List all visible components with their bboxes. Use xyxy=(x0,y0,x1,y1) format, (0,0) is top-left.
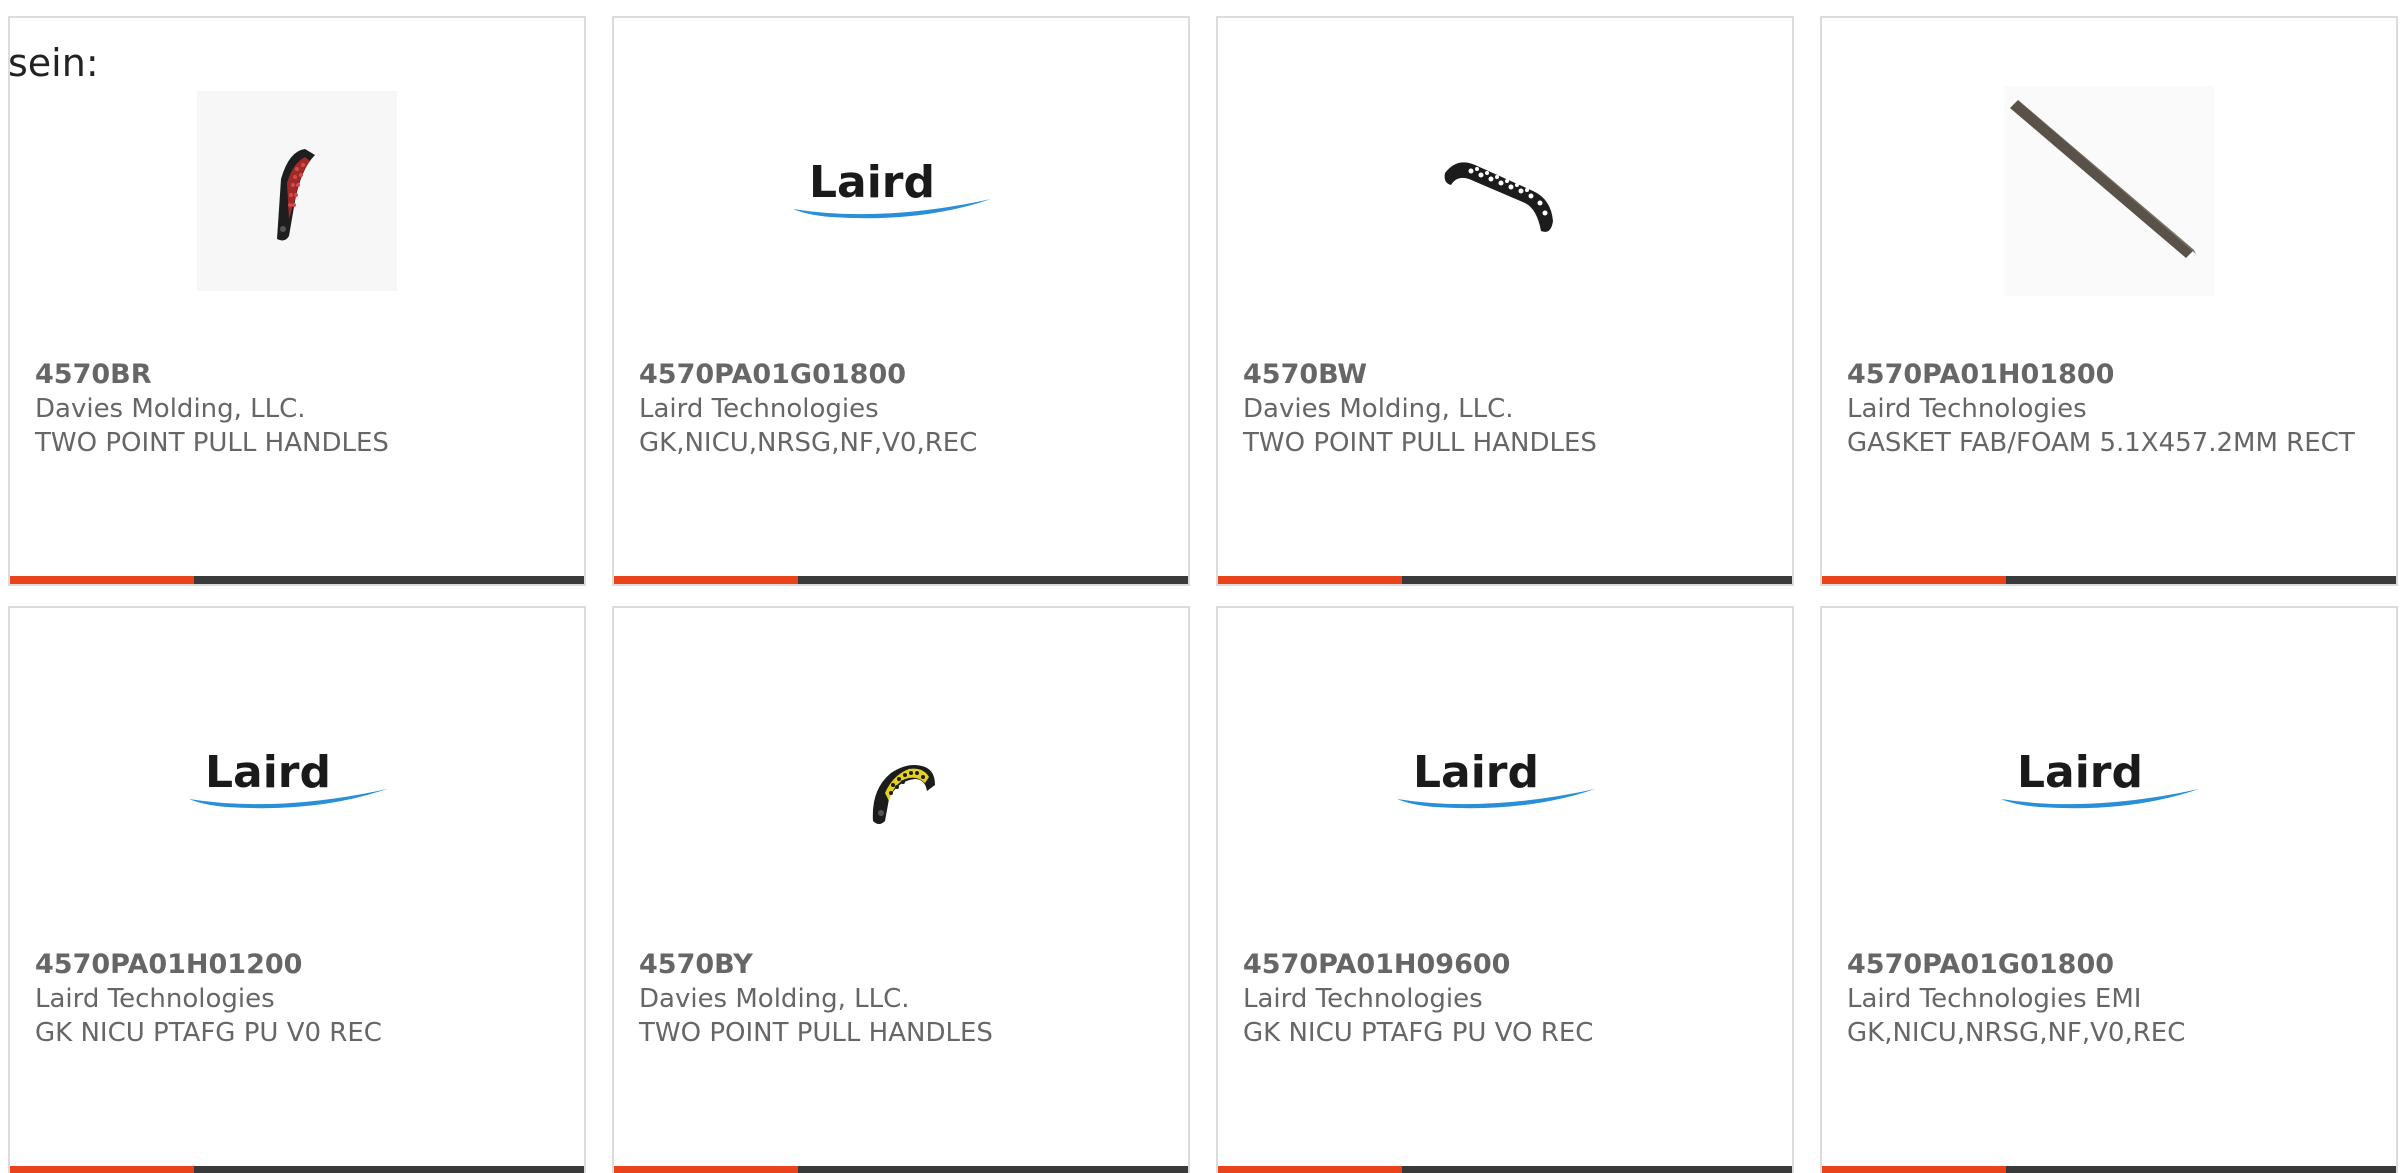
progress-fill xyxy=(10,1166,194,1173)
part-number: 4570BR xyxy=(35,359,152,390)
description: TWO POINT PULL HANDLES xyxy=(35,428,389,458)
product-meta: 4570BR Davies Molding, LLC. TWO POINT PU… xyxy=(35,358,554,460)
part-number: 4570PA01G01800 xyxy=(1847,949,2115,980)
manufacturer: Laird Technologies EMI xyxy=(1847,984,2142,1014)
intro-text: sein: xyxy=(8,41,99,85)
description: GK NICU PTAFG PU V0 REC xyxy=(35,1018,382,1048)
progress-bar xyxy=(1218,1166,1792,1173)
manufacturer: Davies Molding, LLC. xyxy=(1243,394,1514,424)
product-image xyxy=(10,86,584,296)
progress-bar xyxy=(10,1166,584,1173)
product-image: Laird xyxy=(614,86,1188,296)
part-number: 4570BY xyxy=(639,949,753,980)
product-image: Laird xyxy=(1822,676,2396,886)
product-card[interactable]: 4570BY Davies Molding, LLC. TWO POINT PU… xyxy=(612,606,1190,1173)
progress-fill xyxy=(614,576,798,584)
laird-logo-text: Laird xyxy=(1413,747,1539,798)
product-card[interactable]: 4570PA01H01800 Laird Technologies GASKET… xyxy=(1820,16,2398,586)
progress-fill xyxy=(1822,576,2006,584)
part-number: 4570PA01H01200 xyxy=(35,949,303,980)
progress-bar xyxy=(1822,1166,2396,1173)
product-meta: 4570PA01G01800 Laird Technologies GK,NIC… xyxy=(639,358,1158,460)
product-card[interactable]: 4570BR Davies Molding, LLC. TWO POINT PU… xyxy=(8,16,586,586)
progress-fill xyxy=(1822,1166,2006,1173)
laird-logo-text: Laird xyxy=(809,157,935,208)
product-card[interactable]: Laird 4570PA01G01800 Laird Technologies … xyxy=(1820,606,2398,1173)
manufacturer: Laird Technologies xyxy=(35,984,275,1014)
product-image: Laird xyxy=(1218,676,1792,886)
progress-fill xyxy=(1218,576,1402,584)
product-grid: 4570BR Davies Molding, LLC. TWO POINT PU… xyxy=(8,16,2398,1173)
description: GK NICU PTAFG PU VO REC xyxy=(1243,1018,1594,1048)
description: TWO POINT PULL HANDLES xyxy=(639,1018,993,1048)
description: TWO POINT PULL HANDLES xyxy=(1243,428,1597,458)
product-card[interactable]: 4570BW Davies Molding, LLC. TWO POINT PU… xyxy=(1216,16,1794,586)
page: sein: 4570BR Davies Molding, LLC. TWO PO… xyxy=(0,0,2400,1173)
white-dotted-pull-handle-image xyxy=(1444,162,1553,232)
product-meta: 4570PA01H01200 Laird Technologies GK NIC… xyxy=(35,948,554,1050)
product-meta: 4570PA01H01800 Laird Technologies GASKET… xyxy=(1847,358,2366,460)
part-number: 4570PA01G01800 xyxy=(639,359,907,390)
product-card[interactable]: Laird 4570PA01H01200 Laird Technologies … xyxy=(8,606,586,1173)
progress-bar xyxy=(614,1166,1188,1173)
description: GK,NICU,NRSG,NF,V0,REC xyxy=(1847,1018,2186,1048)
product-card[interactable]: Laird 4570PA01G01800 Laird Technologies … xyxy=(612,16,1190,586)
part-number: 4570PA01H01800 xyxy=(1847,359,2115,390)
product-image xyxy=(614,676,1188,886)
progress-fill xyxy=(614,1166,798,1173)
product-meta: 4570BW Davies Molding, LLC. TWO POINT PU… xyxy=(1243,358,1762,460)
description: GASKET FAB/FOAM 5.1X457.2MM RECT xyxy=(1847,428,2355,458)
manufacturer: Davies Molding, LLC. xyxy=(639,984,910,1014)
laird-logo: Laird xyxy=(2001,747,2199,809)
progress-fill xyxy=(10,576,194,584)
yellow-pull-handle-image xyxy=(872,765,935,824)
progress-bar xyxy=(1822,576,2396,584)
laird-logo: Laird xyxy=(189,747,387,809)
gasket-strip-image xyxy=(2004,86,2214,296)
laird-logo-text: Laird xyxy=(2017,747,2143,798)
product-meta: 4570PA01G01800 Laird Technologies EMI GK… xyxy=(1847,948,2366,1050)
manufacturer: Laird Technologies xyxy=(1847,394,2087,424)
progress-bar xyxy=(10,576,584,584)
product-card[interactable]: Laird 4570PA01H09600 Laird Technologies … xyxy=(1216,606,1794,1173)
part-number: 4570PA01H09600 xyxy=(1243,949,1511,980)
product-meta: 4570PA01H09600 Laird Technologies GK NIC… xyxy=(1243,948,1762,1050)
description: GK,NICU,NRSG,NF,V0,REC xyxy=(639,428,978,458)
manufacturer: Laird Technologies xyxy=(1243,984,1483,1014)
product-image: Laird xyxy=(10,676,584,886)
product-image xyxy=(1822,86,2396,296)
laird-logo: Laird xyxy=(1397,747,1595,809)
product-image xyxy=(1218,86,1792,296)
progress-bar xyxy=(614,576,1188,584)
progress-fill xyxy=(1218,1166,1402,1173)
laird-logo: Laird xyxy=(793,157,991,219)
progress-bar xyxy=(1218,576,1792,584)
manufacturer: Davies Molding, LLC. xyxy=(35,394,306,424)
part-number: 4570BW xyxy=(1243,359,1368,390)
red-pull-handle-image xyxy=(197,91,397,291)
product-meta: 4570BY Davies Molding, LLC. TWO POINT PU… xyxy=(639,948,1158,1050)
manufacturer: Laird Technologies xyxy=(639,394,879,424)
laird-logo-text: Laird xyxy=(205,747,331,798)
